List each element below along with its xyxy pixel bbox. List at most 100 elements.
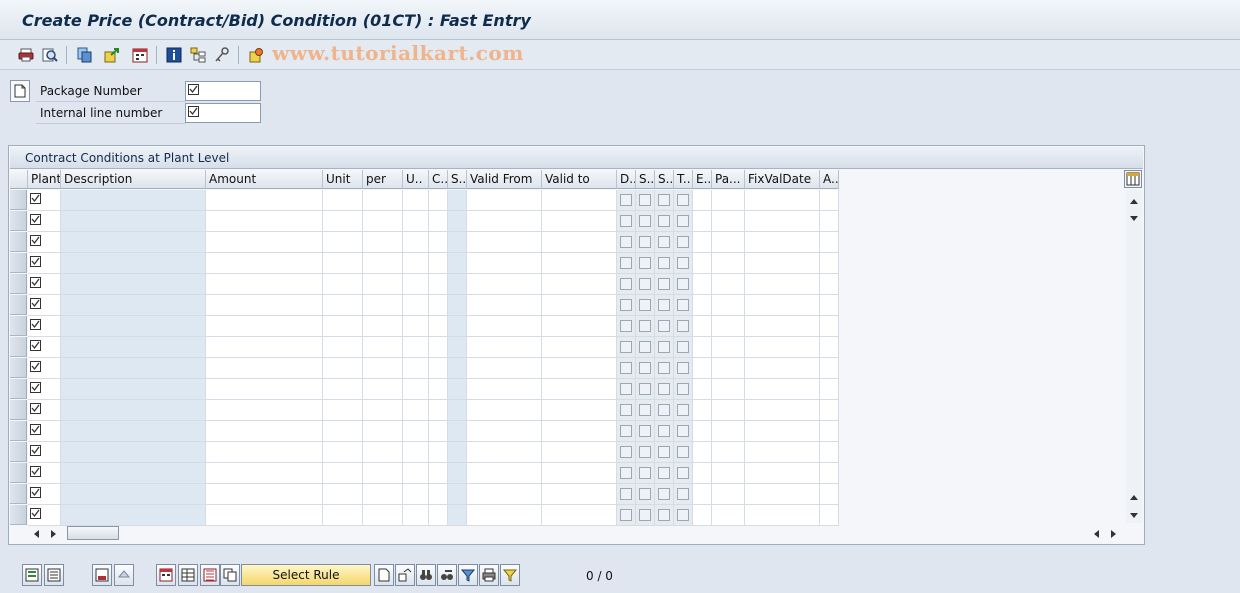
- table-checkbox[interactable]: [658, 488, 670, 500]
- table-cell[interactable]: [206, 505, 323, 526]
- select-all-rows-corner[interactable]: [10, 170, 28, 189]
- scroll-right-icon[interactable]: [50, 528, 58, 542]
- table-cell[interactable]: [467, 274, 542, 295]
- plant-cell[interactable]: [28, 274, 61, 295]
- row-selector[interactable]: [10, 274, 27, 294]
- table-cell[interactable]: [693, 484, 712, 505]
- scroll-right-end-icon[interactable]: [1110, 528, 1118, 542]
- table-cell[interactable]: [820, 358, 839, 379]
- table-checkbox[interactable]: [639, 278, 651, 290]
- column-header[interactable]: A..: [820, 170, 839, 189]
- plant-cell[interactable]: [28, 442, 61, 463]
- table-checkbox[interactable]: [639, 446, 651, 458]
- settings-icon[interactable]: [246, 45, 266, 65]
- table-cell[interactable]: [542, 505, 617, 526]
- table-cell[interactable]: [467, 463, 542, 484]
- sort-filter-icon[interactable]: [500, 564, 520, 586]
- table-cell[interactable]: [429, 232, 448, 253]
- copy-icon[interactable]: [74, 45, 94, 65]
- column-header[interactable]: Valid to: [542, 170, 617, 189]
- column-header[interactable]: per: [363, 170, 403, 189]
- table-checkbox-cell[interactable]: [655, 442, 674, 463]
- plant-cell[interactable]: [28, 421, 61, 442]
- table-cell[interactable]: [745, 379, 820, 400]
- table-checkbox[interactable]: [639, 194, 651, 206]
- table-cell[interactable]: [206, 295, 323, 316]
- table-checkbox[interactable]: [658, 320, 670, 332]
- table-checkbox[interactable]: [620, 362, 632, 374]
- table-checkbox-cell[interactable]: [617, 211, 636, 232]
- table-cell[interactable]: [403, 295, 429, 316]
- table-checkbox-cell[interactable]: [617, 505, 636, 526]
- table-cell[interactable]: [467, 484, 542, 505]
- table-checkbox[interactable]: [620, 446, 632, 458]
- print-list-icon[interactable]: [479, 564, 499, 586]
- table-cell[interactable]: [745, 190, 820, 211]
- table-cell[interactable]: [323, 442, 363, 463]
- table-checkbox-cell[interactable]: [674, 463, 693, 484]
- table-checkbox[interactable]: [658, 467, 670, 479]
- table-checkbox-cell[interactable]: [636, 274, 655, 295]
- info-icon[interactable]: [164, 45, 184, 65]
- table-icon[interactable]: [178, 564, 198, 586]
- table-checkbox[interactable]: [677, 362, 689, 374]
- table-checkbox[interactable]: [658, 341, 670, 353]
- table-cell[interactable]: [542, 295, 617, 316]
- table-cell[interactable]: [542, 337, 617, 358]
- table-checkbox-cell[interactable]: [617, 316, 636, 337]
- table-cell[interactable]: [429, 463, 448, 484]
- table-checkbox[interactable]: [620, 299, 632, 311]
- table-cell[interactable]: [542, 253, 617, 274]
- table-cell[interactable]: [363, 316, 403, 337]
- table-checkbox[interactable]: [639, 362, 651, 374]
- table-checkbox-cell[interactable]: [655, 505, 674, 526]
- table-cell[interactable]: [323, 274, 363, 295]
- table-checkbox-cell[interactable]: [674, 211, 693, 232]
- table-checkbox-cell[interactable]: [617, 421, 636, 442]
- table-checkbox-cell[interactable]: [655, 295, 674, 316]
- row-selector[interactable]: [10, 211, 27, 231]
- table-checkbox[interactable]: [639, 509, 651, 521]
- column-header[interactable]: Amount: [206, 170, 323, 189]
- table-checkbox[interactable]: [620, 383, 632, 395]
- table-cell[interactable]: [403, 379, 429, 400]
- table-cell[interactable]: [745, 505, 820, 526]
- table-cell[interactable]: [403, 421, 429, 442]
- table-cell[interactable]: [712, 505, 745, 526]
- table-cell[interactable]: [542, 274, 617, 295]
- plant-cell[interactable]: [28, 232, 61, 253]
- table-cell[interactable]: [206, 190, 323, 211]
- row-selector[interactable]: [10, 316, 27, 336]
- table-cell[interactable]: [429, 337, 448, 358]
- table-checkbox-cell[interactable]: [636, 190, 655, 211]
- table-cell[interactable]: [363, 358, 403, 379]
- table-cell[interactable]: [467, 295, 542, 316]
- table-cell[interactable]: [693, 211, 712, 232]
- table-checkbox[interactable]: [658, 194, 670, 206]
- table-cell[interactable]: [206, 211, 323, 232]
- table-cell[interactable]: [820, 379, 839, 400]
- table-cell[interactable]: [363, 211, 403, 232]
- table-cell[interactable]: [542, 421, 617, 442]
- table-checkbox-cell[interactable]: [655, 337, 674, 358]
- table-checkbox-cell[interactable]: [674, 379, 693, 400]
- table-checkbox[interactable]: [658, 383, 670, 395]
- column-header[interactable]: T..: [674, 170, 693, 189]
- table-cell[interactable]: [693, 463, 712, 484]
- table-checkbox[interactable]: [677, 278, 689, 290]
- horizontal-scroll-thumb[interactable]: [67, 526, 119, 540]
- table-cell[interactable]: [403, 463, 429, 484]
- table-checkbox[interactable]: [658, 509, 670, 521]
- table-cell[interactable]: [542, 484, 617, 505]
- table-checkbox-cell[interactable]: [655, 400, 674, 421]
- column-header[interactable]: FixValDate: [745, 170, 820, 189]
- row-selector[interactable]: [10, 232, 27, 252]
- table-cell[interactable]: [820, 484, 839, 505]
- table-checkbox-cell[interactable]: [617, 358, 636, 379]
- plant-cell[interactable]: [28, 190, 61, 211]
- table-cell[interactable]: [693, 400, 712, 421]
- table-cell[interactable]: [467, 253, 542, 274]
- table-cell[interactable]: [820, 400, 839, 421]
- table-cell[interactable]: [820, 211, 839, 232]
- table-cell[interactable]: [820, 232, 839, 253]
